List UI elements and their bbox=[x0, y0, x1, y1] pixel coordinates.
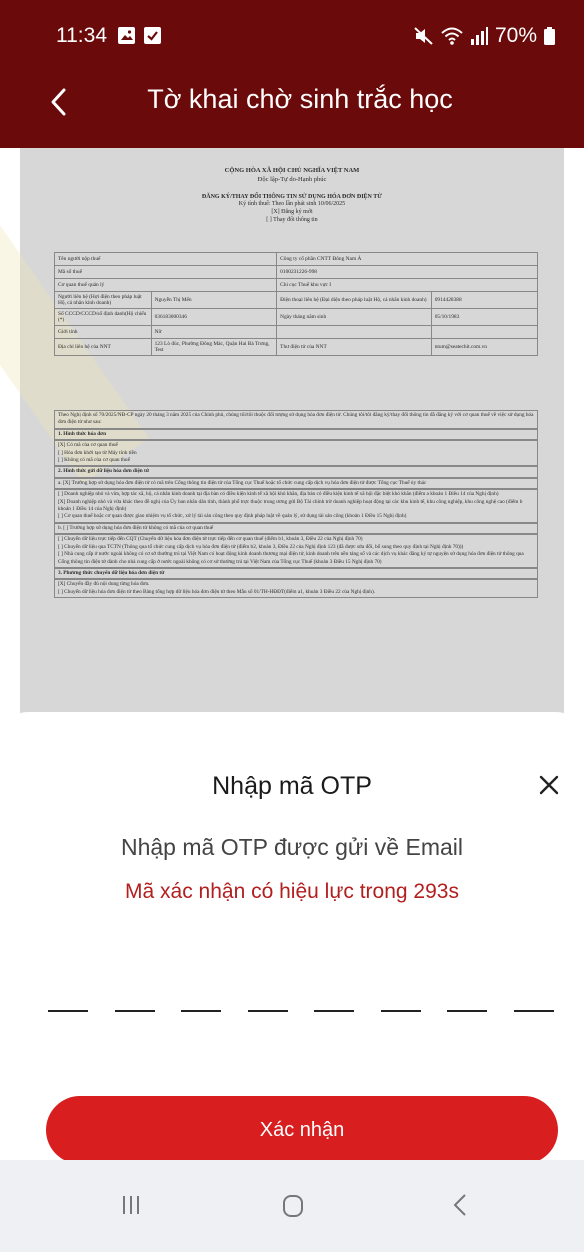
table-row: Người liên hệ (Hợi điện theo pháp luật H… bbox=[54, 291, 539, 309]
table-cell: Tên người nộp thuế bbox=[53, 252, 278, 266]
table-cell: Điện thoại liên hệ (Đại diện theo pháp l… bbox=[276, 291, 432, 309]
list-item: [ ] Nhà cung cấp ở nước ngoài không có c… bbox=[58, 551, 524, 565]
otp-description: Nhập mã OTP được gửi về Email bbox=[120, 834, 463, 860]
section-2a-items: [ ] Doanh nghiệp nhỏ và vừa, hợp tác xã,… bbox=[54, 489, 538, 523]
table-cell: Cơ quan thuế quản lý bbox=[53, 278, 278, 292]
page-title: Tờ khai chờ sinh trắc học bbox=[147, 84, 453, 114]
gallery-icon bbox=[118, 27, 135, 44]
back-icon bbox=[453, 1194, 466, 1216]
otp-digit-4[interactable] bbox=[247, 982, 288, 1012]
check-icon bbox=[144, 27, 161, 44]
status-bar: 11:34 70% bbox=[0, 20, 584, 60]
table-cell: 0100231226-998 bbox=[276, 265, 538, 279]
app-header: 11:34 70% Tờ khai chờ sinh trắc học bbox=[0, 0, 584, 148]
status-right: 70% bbox=[413, 24, 556, 48]
status-time: 11:34 bbox=[56, 24, 107, 47]
info-table: Tên người nộp thuế Công ty cổ phần CNTT … bbox=[53, 252, 539, 356]
chevron-left-icon bbox=[51, 88, 66, 116]
close-button[interactable] bbox=[536, 772, 562, 798]
section-1-items: [X] Có mã của cơ quan thuế [ ] Hóa đơn k… bbox=[54, 440, 538, 467]
section-2a: a. [X] Trường hợp sử dụng hóa đơn điện t… bbox=[54, 477, 538, 490]
document-preview[interactable]: CỘNG HÒA XÃ HỘI CHỦ NGHĨA VIỆT NAM Độc l… bbox=[0, 148, 584, 748]
section-2b: b. [ ] Trường hợp sử dụng hóa đơn điện t… bbox=[54, 522, 538, 535]
document-heading: CỘNG HÒA XÃ HỘI CHỦ NGHĨA VIỆT NAM Độc l… bbox=[20, 148, 564, 184]
otp-timer: Mã xác nhận có hiệu lực trong 293s bbox=[125, 880, 459, 903]
table-cell: Số CCCD/CCCD/số định danh(Hộ chiếu (*) bbox=[54, 308, 152, 326]
table-cell: Người liên hệ (Hợi điện theo pháp luật H… bbox=[54, 291, 152, 309]
section-2b-items: [ ] Chuyển dữ liệu trực tiếp đến CQT (Ch… bbox=[54, 534, 538, 568]
confirm-button[interactable]: Xác nhận bbox=[46, 1096, 558, 1164]
form-subtitle-2: [X] Đăng ký mới bbox=[271, 209, 313, 215]
otp-digit-6[interactable] bbox=[380, 982, 421, 1012]
list-item: [ ] Chuyển dữ liệu hóa đơn điện tử theo … bbox=[58, 588, 376, 595]
table-cell: Chi cục Thuế khu vực I bbox=[276, 278, 538, 292]
section-3-items: [X] Chuyển đầy đủ nội dung từng hóa đơn.… bbox=[54, 579, 538, 599]
close-icon bbox=[539, 775, 559, 795]
heading-1: CỘNG HÒA XÃ HỘI CHỦ NGHĨA VIỆT NAM bbox=[224, 167, 360, 174]
otp-sheet-title: Nhập mã OTP bbox=[212, 772, 372, 800]
table-cell: Công ty cổ phần CNTT Đông Nam Á bbox=[276, 252, 538, 266]
section-1-title: 1. Hình thức hóa đơn bbox=[54, 428, 538, 441]
table-cell bbox=[276, 325, 432, 339]
list-item: [ ] Chuyển dữ liệu qua TCTN (Thông qua t… bbox=[58, 543, 464, 550]
form-title: ĐĂNG KÝ/THAY ĐỔI THÔNG TIN SỬ DỤNG HÓA Đ… bbox=[20, 194, 564, 224]
list-item: [X] Doanh nghiệp nhỏ và vừa khác theo đề… bbox=[58, 498, 523, 513]
list-item: [ ] Hóa đơn khởi tạo từ Máy tính tiền bbox=[58, 449, 137, 456]
table-cell: Mã số thuế bbox=[53, 265, 278, 279]
otp-digit-1[interactable] bbox=[48, 982, 88, 1012]
otp-digit-5[interactable] bbox=[314, 982, 355, 1012]
section-2-title: 2. Hình thức gửi dữ liệu hóa đơn điện tử bbox=[54, 466, 538, 478]
otp-digit-2[interactable] bbox=[114, 982, 155, 1012]
otp-digit-3[interactable] bbox=[181, 982, 222, 1012]
system-nav-bar bbox=[0, 1160, 584, 1252]
battery-percent: 70% bbox=[494, 24, 537, 47]
table-cell: 05/10/1983 bbox=[430, 308, 539, 326]
table-cell: Nguyễn Thị Mến bbox=[150, 291, 278, 309]
table-cell: Thư điện tử của NNT bbox=[276, 338, 432, 356]
table-row: Cơ quan thuế quản lý Chi cục Thuế khu vự… bbox=[53, 278, 538, 292]
list-item: [ ] Cơ quan thuế hoặc cơ quan được giao … bbox=[58, 513, 407, 520]
system-back-button[interactable] bbox=[450, 1192, 470, 1223]
section-3-title: 3. Phương thức chuyển dữ liệu hóa đơn đi… bbox=[54, 567, 538, 580]
otp-input-row bbox=[48, 982, 554, 1012]
table-cell: Giới tính bbox=[54, 325, 152, 339]
back-button[interactable] bbox=[44, 84, 76, 120]
table-cell: ntum@seatechit.com.vn bbox=[430, 338, 539, 356]
list-item: [X] Có mã của cơ quan thuế bbox=[58, 442, 118, 449]
home-icon bbox=[283, 1195, 303, 1217]
intro-text: Theo Nghị định số 70/2025/NĐ-CP ngày 20 … bbox=[54, 410, 538, 429]
table-row: Số CCCD/CCCD/số định danh(Hộ chiếu (*) 0… bbox=[54, 308, 539, 326]
form-subtitle-1: Ký tính thuế: Theo lần phát sinh 10/06/2… bbox=[238, 201, 346, 207]
confirm-button-label: Xác nhận bbox=[259, 1118, 345, 1141]
table-cell: Nữ bbox=[150, 325, 278, 339]
document-body: Theo Nghị định số 70/2025/NĐ-CP ngày 20 … bbox=[54, 410, 538, 599]
home-button[interactable] bbox=[282, 1194, 304, 1223]
otp-digit-8[interactable] bbox=[513, 982, 554, 1012]
table-cell: 0914428388 bbox=[430, 291, 539, 309]
table-cell: 036183000346 bbox=[150, 308, 278, 326]
table-cell: Ngày tháng năm sinh bbox=[276, 308, 432, 326]
table-row: Địa chỉ liên hệ của NNT 123 Lò đúc, Phườ… bbox=[54, 338, 539, 356]
recent-apps-icon bbox=[123, 1196, 139, 1214]
table-row: Giới tính Nữ bbox=[54, 325, 539, 339]
document-sheet: CỘNG HÒA XÃ HỘI CHỦ NGHĨA VIỆT NAM Độc l… bbox=[0, 148, 564, 748]
table-row: Mã số thuế 0100231226-998 bbox=[53, 265, 538, 279]
list-item: [ ] Chuyển dữ liệu trực tiếp đến CQT (Ch… bbox=[58, 536, 363, 543]
signal-icon bbox=[470, 27, 488, 45]
list-item: [X] Chuyển đầy đủ nội dung từng hóa đơn. bbox=[58, 581, 150, 588]
wifi-icon bbox=[441, 27, 463, 45]
otp-digit-7[interactable] bbox=[447, 982, 488, 1012]
list-item: [ ] Không có mã của cơ quan thuế bbox=[58, 457, 130, 464]
form-subtitle-3: [ ] Thay đổi thông tin bbox=[266, 217, 318, 223]
table-cell: 123 Lò đúc, Phường Đông Mác, Quận Hai Bà… bbox=[150, 338, 278, 356]
battery-icon bbox=[544, 27, 555, 45]
heading-2: Độc lập-Tự do-Hạnh phúc bbox=[257, 176, 327, 183]
mute-icon bbox=[414, 27, 433, 45]
table-cell bbox=[430, 325, 539, 339]
table-cell: Địa chỉ liên hệ của NNT bbox=[54, 338, 152, 356]
list-item: [ ] Doanh nghiệp nhỏ và vừa, hợp tác xã,… bbox=[58, 491, 499, 498]
table-row: Tên người nộp thuế Công ty cổ phần CNTT … bbox=[53, 252, 538, 266]
recent-apps-button[interactable] bbox=[118, 1192, 144, 1223]
